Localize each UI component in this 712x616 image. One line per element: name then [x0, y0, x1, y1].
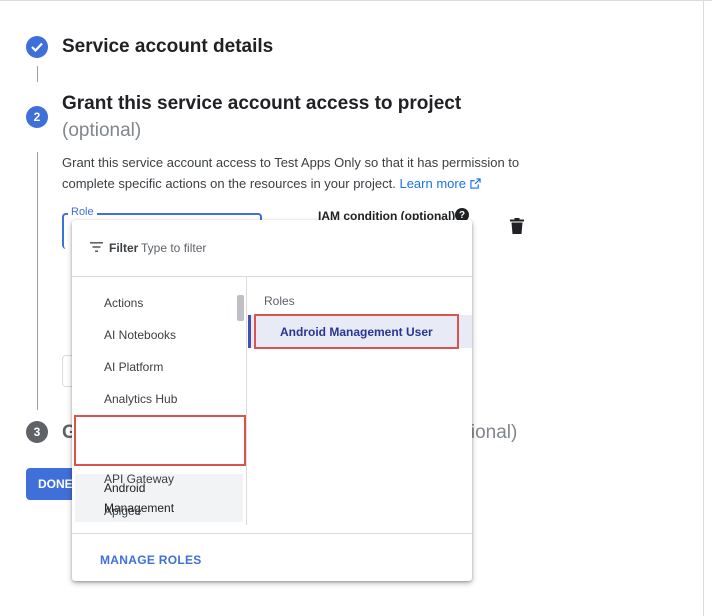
category-item-ai-platform[interactable]: AI Platform [104, 360, 163, 374]
roles-header: Roles [264, 294, 295, 308]
step-connector [37, 66, 38, 82]
step1-title[interactable]: Service account details [62, 36, 273, 58]
trash-icon[interactable] [510, 218, 524, 239]
highlight-box-role [254, 314, 459, 349]
role-dropdown-panel: Filter Actions AI Notebooks AI Platform … [72, 220, 472, 581]
filter-input[interactable] [141, 238, 401, 258]
step2-title: Grant this service account access to pro… [62, 93, 462, 114]
category-item-analytics-hub[interactable]: Analytics Hub [104, 392, 177, 406]
category-item-actions[interactable]: Actions [104, 296, 143, 310]
step3-number-badge: 3 [26, 421, 48, 443]
step-complete-check-icon [26, 36, 48, 58]
manage-roles-button[interactable]: MANAGE ROLES [100, 553, 202, 567]
step-connector [37, 152, 38, 410]
category-item-ai-notebooks[interactable]: AI Notebooks [104, 328, 176, 342]
filter-icon [90, 242, 103, 252]
top-divider [0, 0, 712, 1]
category-item-apigee[interactable]: Apigee [104, 504, 141, 518]
role-field-label: Role [68, 206, 97, 218]
highlight-box-category [74, 415, 246, 466]
done-button[interactable]: DONE [26, 468, 76, 500]
right-divider [703, 0, 704, 616]
step2-number-badge: 2 [26, 106, 48, 128]
filter-label: Filter [109, 241, 139, 255]
learn-more-link[interactable]: Learn more [399, 176, 481, 191]
step2-description: Grant this service account access to Tes… [62, 152, 542, 194]
filter-bar: Filter [72, 220, 472, 277]
category-item-api-gateway[interactable]: API Gateway [104, 472, 174, 486]
category-scrollbar[interactable] [237, 295, 244, 321]
dropdown-footer: MANAGE ROLES [72, 533, 472, 581]
step2-optional-label: (optional) [62, 120, 142, 141]
category-list: Actions AI Notebooks AI Platform Analyti… [72, 277, 247, 525]
external-link-icon [469, 178, 481, 189]
